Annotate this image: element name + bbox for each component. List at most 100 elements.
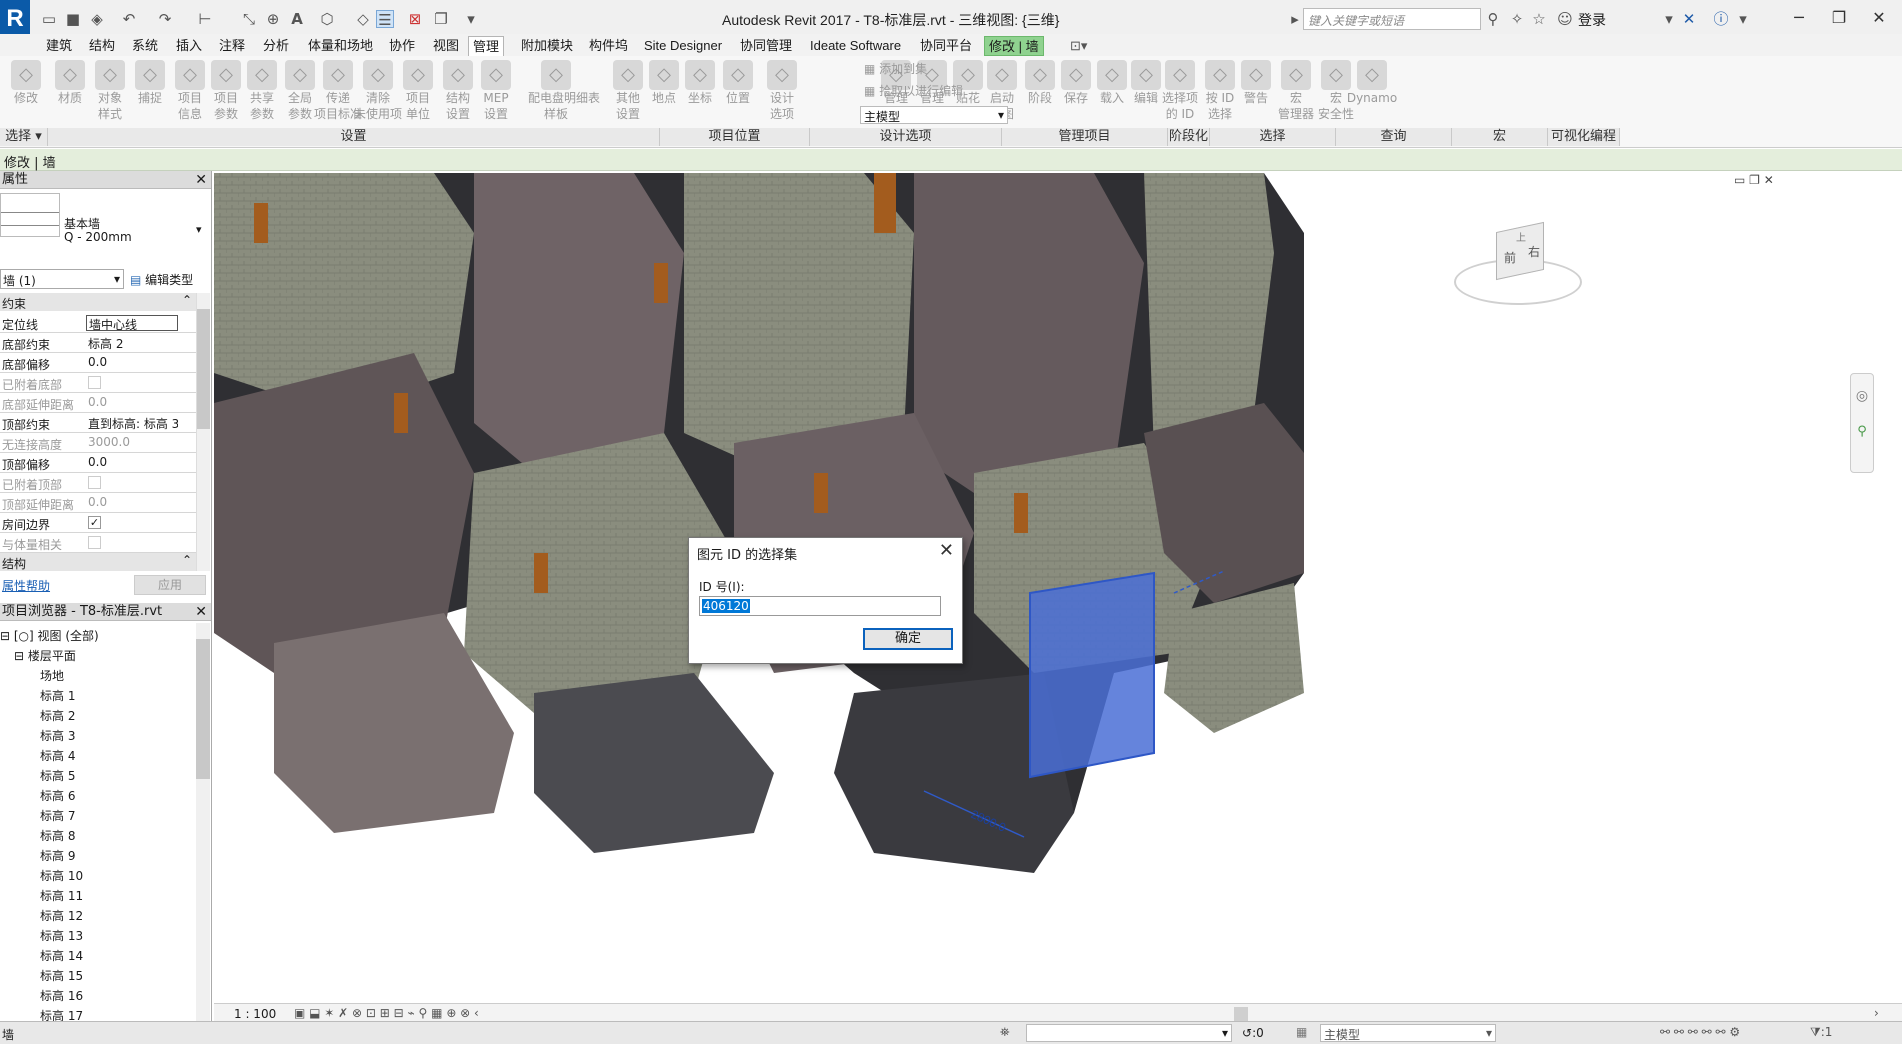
measure-icon[interactable]: ⊢ bbox=[196, 10, 214, 28]
tab-modify-wall[interactable]: 修改 | 墙 bbox=[984, 36, 1044, 56]
steering-wheel-icon[interactable]: ◎ bbox=[1851, 388, 1873, 404]
tab-annotate[interactable]: 注释 bbox=[215, 36, 249, 56]
tab-component-dock[interactable]: 构件坞 bbox=[585, 36, 632, 56]
navigation-bar[interactable]: ◎ ⚲ bbox=[1850, 373, 1874, 473]
ribbon-tool-mep-settings[interactable]: ◇ MEP 设置 bbox=[478, 60, 514, 122]
tab-ideate-software[interactable]: Ideate Software bbox=[806, 36, 905, 56]
subscription-icon[interactable]: ✧ bbox=[1508, 10, 1526, 28]
save-icon[interactable]: ■ bbox=[64, 10, 82, 28]
tree-item[interactable]: 标高 7 bbox=[40, 807, 75, 824]
open-icon[interactable]: ▭ bbox=[40, 10, 58, 28]
property-value[interactable]: 0.0 bbox=[86, 455, 178, 471]
tag-icon[interactable]: ⊕ bbox=[264, 10, 282, 28]
property-row[interactable]: 底部约束 标高 2 bbox=[0, 333, 196, 353]
customize-qat-icon[interactable]: ▾ bbox=[462, 10, 480, 28]
property-row[interactable]: 定位线 墙中心线 bbox=[0, 313, 196, 333]
property-value[interactable]: 3000.0 bbox=[86, 435, 178, 451]
property-value[interactable]: 直到标高: 标高 3 bbox=[86, 415, 178, 431]
tree-item[interactable]: 标高 14 bbox=[40, 947, 83, 964]
3d-viewport[interactable]: 2800.0 ▭ ❐ ✕ 前 右 上 ◎ ⚲ bbox=[214, 173, 1902, 1003]
help-dropdown-icon[interactable]: ▾ bbox=[1734, 10, 1752, 28]
restore-icon[interactable]: ❐ bbox=[1824, 6, 1854, 30]
active-workset-select[interactable]: ▾ bbox=[1026, 1024, 1232, 1042]
minimize-icon[interactable]: ─ bbox=[1784, 6, 1814, 30]
tree-item[interactable]: 标高 1 bbox=[40, 687, 75, 704]
close-icon[interactable]: ✕ bbox=[939, 540, 954, 561]
user-icon[interactable]: ☺ bbox=[1556, 10, 1574, 28]
tree-root-views[interactable]: ⊟ [○] 视图 (全部) bbox=[0, 627, 99, 644]
tree-item[interactable]: 标高 4 bbox=[40, 747, 75, 764]
close-hidden-icon[interactable]: ⊠ bbox=[406, 10, 424, 28]
browser-scrollbar[interactable] bbox=[196, 623, 210, 1021]
tab-manage[interactable]: 管理 bbox=[468, 36, 505, 56]
tab-addins[interactable]: 附加模块 bbox=[517, 36, 577, 56]
tree-item[interactable]: 场地 bbox=[40, 667, 64, 684]
tree-item[interactable]: 标高 8 bbox=[40, 827, 75, 844]
search-expand-icon[interactable]: ▸ bbox=[1286, 10, 1304, 28]
ribbon-tool-panel-schedule[interactable]: ◇ 配电盘明细表 样板 bbox=[528, 60, 600, 122]
viewport-window-controls[interactable]: ▭ ❐ ✕ bbox=[1734, 173, 1774, 187]
tab-collab-manage[interactable]: 协同管理 bbox=[736, 36, 796, 56]
property-value[interactable]: 0.0 bbox=[86, 395, 178, 411]
type-name[interactable]: Q - 200mm bbox=[64, 230, 132, 244]
building-model[interactable]: 2800.0 bbox=[214, 173, 1902, 1003]
tree-item[interactable]: 标高 5 bbox=[40, 767, 75, 784]
property-row[interactable]: 底部偏移 0.0 bbox=[0, 353, 196, 373]
design-option-status-select[interactable]: 主模型 ▾ bbox=[1320, 1024, 1496, 1042]
property-row[interactable]: 与体量相关 bbox=[0, 533, 196, 553]
property-checkbox[interactable]: ✓ bbox=[88, 516, 101, 529]
pick-to-edit-button[interactable]: ▦ 拾取以进行编辑 bbox=[864, 82, 963, 99]
group-structure[interactable]: 结构 ⌃ bbox=[0, 553, 196, 571]
property-row[interactable]: 顶部约束 直到标高: 标高 3 bbox=[0, 413, 196, 433]
tree-item[interactable]: 标高 10 bbox=[40, 867, 83, 884]
tab-view[interactable]: 视图 bbox=[429, 36, 463, 56]
section-icon[interactable]: ◇ bbox=[354, 10, 372, 28]
id-input[interactable]: 406120 bbox=[699, 596, 941, 616]
text-icon[interactable]: A bbox=[288, 10, 306, 28]
zoom-icon[interactable]: ⚲ bbox=[1851, 424, 1873, 439]
tree-item[interactable]: 标高 6 bbox=[40, 787, 75, 804]
close-icon[interactable]: ✕ bbox=[195, 603, 207, 621]
tree-item[interactable]: 标高 2 bbox=[40, 707, 75, 724]
ribbon-panel-label[interactable]: 选择 ▾ bbox=[0, 128, 48, 146]
property-value[interactable]: 0.0 bbox=[86, 355, 178, 371]
property-value[interactable]: 墙中心线 bbox=[86, 315, 178, 331]
type-selector-dropdown-icon[interactable]: ▾ bbox=[196, 223, 202, 236]
apply-button[interactable]: 应用 bbox=[134, 575, 206, 595]
thin-lines-icon[interactable]: ☰ bbox=[376, 10, 394, 29]
property-row[interactable]: 无连接高度 3000.0 bbox=[0, 433, 196, 453]
viewcube-front[interactable]: 前 bbox=[1504, 249, 1516, 266]
instance-filter-select[interactable]: 墙 (1) ▾ bbox=[0, 269, 124, 289]
property-row[interactable]: 房间边界 ✓ bbox=[0, 513, 196, 533]
workset-icon[interactable]: ⛯ bbox=[1000, 1025, 1010, 1040]
tab-systems[interactable]: 系统 bbox=[128, 36, 162, 56]
help-icon[interactable]: ⓘ bbox=[1712, 10, 1730, 28]
editable-only-icon[interactable]: ▦ bbox=[1296, 1025, 1307, 1039]
ribbon-tool-dynamo[interactable]: ◇ Dynamo bbox=[1347, 60, 1397, 106]
undo-icon[interactable]: ↶ bbox=[120, 10, 138, 28]
dimension-icon[interactable]: ⤡ bbox=[240, 10, 258, 28]
search-input[interactable]: 键入关键字或短语 bbox=[1303, 8, 1481, 30]
viewcube-top[interactable]: 上 bbox=[1516, 229, 1526, 244]
switch-windows-icon[interactable]: ❐ bbox=[432, 10, 450, 28]
tree-floor-plans[interactable]: ⊟ 楼层平面 bbox=[14, 647, 76, 664]
property-value[interactable]: 标高 2 bbox=[86, 335, 178, 351]
viewcube-right[interactable]: 右 bbox=[1528, 243, 1540, 260]
add-to-set-button[interactable]: ▦ 添加到集 bbox=[864, 60, 927, 77]
property-value[interactable]: 0.0 bbox=[86, 495, 178, 511]
3d-view-icon[interactable]: ⬡ bbox=[318, 10, 336, 28]
ribbon-minimize-icon[interactable]: ⊡▾ bbox=[1066, 36, 1091, 56]
view-scale[interactable]: 1 : 100 bbox=[234, 1007, 276, 1021]
tab-insert[interactable]: 插入 bbox=[172, 36, 206, 56]
tab-collab-platform[interactable]: 协同平台 bbox=[916, 36, 976, 56]
tree-item[interactable]: 标高 3 bbox=[40, 727, 75, 744]
group-constraints[interactable]: 约束 ⌃ bbox=[0, 293, 196, 311]
property-row[interactable]: 顶部偏移 0.0 bbox=[0, 453, 196, 473]
horizontal-scrollbar-thumb[interactable] bbox=[1234, 1007, 1248, 1021]
binoculars-icon[interactable]: ⚲ bbox=[1484, 10, 1502, 28]
ribbon-tool-cursor[interactable]: ◇ 修改 bbox=[8, 60, 44, 106]
property-row[interactable]: 已附着顶部 bbox=[0, 473, 196, 493]
scroll-right-icon[interactable]: › bbox=[1874, 1006, 1879, 1020]
favorites-icon[interactable]: ☆ bbox=[1530, 10, 1548, 28]
redo-icon[interactable]: ↷ bbox=[156, 10, 174, 28]
